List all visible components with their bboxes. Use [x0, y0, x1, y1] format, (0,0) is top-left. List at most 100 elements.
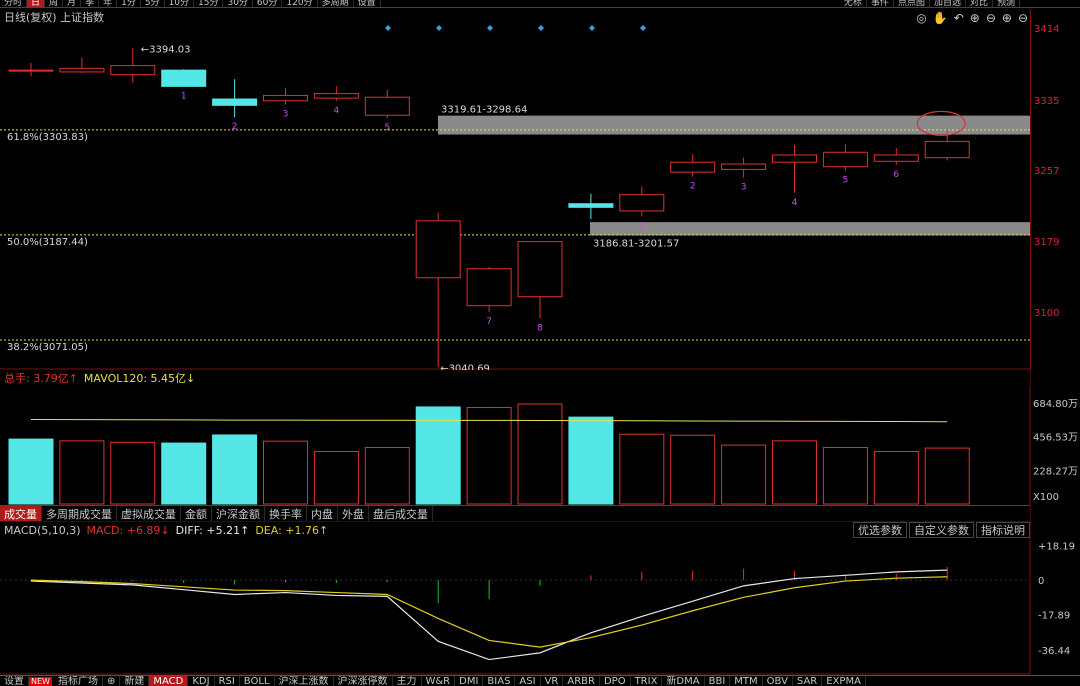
signal-marker: [385, 25, 391, 31]
volume-total: 总手: 3.79亿↑: [4, 372, 78, 385]
indicator-tab[interactable]: EXPMA: [822, 676, 866, 686]
indicator-tab[interactable]: BIAS: [483, 676, 516, 686]
candle-body: [59, 67, 105, 73]
volume-bar: [721, 444, 767, 505]
candle-count-label: 3: [741, 183, 747, 193]
volume-tab[interactable]: 多周期成交量: [42, 506, 117, 521]
candle-body: [263, 94, 308, 102]
macd-name: MACD(5,10,3): [4, 523, 81, 537]
candle-count-label: 3: [283, 109, 289, 119]
mavol-label: MAVOL120: 5.45亿↓: [83, 372, 196, 385]
indicator-tab[interactable]: 沪深上涨数: [275, 676, 334, 686]
new-badge: NEW: [29, 676, 52, 686]
volume-tab[interactable]: 金额: [181, 506, 212, 521]
indicator-tab[interactable]: ⊕: [103, 676, 121, 686]
indicator-tab[interactable]: TRIX: [631, 676, 663, 686]
candle-body: [8, 69, 54, 72]
candle-body: [517, 241, 563, 298]
indicator-tab[interactable]: ARBR: [563, 676, 600, 686]
macd-param-button[interactable]: 优选参数: [853, 522, 907, 538]
fib-label: 50.0%(3187.44): [7, 237, 88, 248]
volume-tab[interactable]: 虚拟成交量: [117, 506, 181, 521]
volume-bar: [313, 450, 359, 505]
volume-tab[interactable]: 外盘: [338, 506, 369, 521]
candle-body: [313, 93, 359, 99]
candle-body: [364, 96, 410, 116]
candle-body: [161, 69, 207, 87]
candle-count-label: 4: [792, 198, 798, 208]
indicator-tab[interactable]: RSI: [215, 676, 240, 686]
volume-tab[interactable]: 内盘: [307, 506, 338, 521]
macd-param-button[interactable]: 自定义参数: [909, 522, 974, 538]
diff-value: DIFF: +5.21↑: [175, 523, 250, 537]
macd-value: MACD: +6.89↓: [86, 523, 170, 537]
indicator-tab[interactable]: VR: [541, 676, 564, 686]
volume-bar: [212, 434, 258, 505]
candle-count-label: 2: [690, 182, 696, 192]
macd-tick-label: -17.89: [1038, 610, 1070, 621]
support-zone: [590, 222, 1030, 236]
macd-tick-label: 0: [1038, 576, 1044, 587]
indicator-tab[interactable]: DMI: [455, 676, 484, 686]
candle-body: [721, 163, 767, 170]
indicator-tab[interactable]: KDJ: [188, 676, 215, 686]
macd-param-button[interactable]: 指标说明: [976, 522, 1030, 538]
candle-count-label: 5: [384, 123, 390, 133]
volume-bar: [263, 440, 308, 505]
candle-count-label: 4: [334, 106, 340, 116]
volume-bar: [619, 433, 665, 505]
indicator-tab[interactable]: 新DMA: [662, 676, 705, 686]
indicator-tab[interactable]: ASI: [515, 676, 541, 686]
chart-canvas: 3319.61-3298.64 3186.81-3201.57 61.8%(3303…: [0, 25, 1078, 675]
volume-tick-label: 456.53万: [1033, 433, 1078, 444]
candle-body: [110, 65, 156, 76]
indicator-tab[interactable]: 指标广场: [54, 676, 103, 686]
volume-bar: [110, 441, 156, 505]
volume-tab[interactable]: 成交量: [0, 506, 42, 521]
volume-tab[interactable]: 换手率: [265, 506, 307, 521]
indicator-tab[interactable]: OBV: [763, 676, 793, 686]
indicator-tab[interactable]: 沪深涨停数: [334, 676, 393, 686]
volume-tick-label: 228.27万: [1033, 466, 1078, 477]
indicator-tab[interactable]: SAR: [793, 676, 823, 686]
indicator-tab[interactable]: W&R: [422, 676, 456, 686]
indicator-tab[interactable]: MACD: [149, 676, 189, 686]
signal-marker: [487, 25, 493, 31]
candle-body: [619, 194, 665, 212]
indicator-tab[interactable]: 设置: [0, 676, 29, 686]
candle-body: [670, 161, 716, 173]
candle-count-label: 8: [537, 323, 543, 333]
candle-body: [772, 154, 817, 163]
indicator-tab[interactable]: 主力: [393, 676, 422, 686]
indicator-tab[interactable]: MTM: [730, 676, 763, 686]
zone-label: 3319.61-3298.64: [441, 105, 527, 116]
macd-header: MACD(5,10,3) MACD: +6.89↓ DIFF: +5.21↑ D…: [0, 522, 1030, 538]
volume-bar: [772, 440, 817, 505]
dea-value: DEA: +1.76↑: [255, 523, 329, 537]
volume-bar: [59, 440, 105, 505]
candle-body: [822, 151, 868, 168]
high-label: ←3394.03: [141, 44, 191, 55]
indicator-tab[interactable]: BBI: [705, 676, 731, 686]
indicator-tab[interactable]: DPO: [600, 676, 631, 686]
volume-bar: [517, 403, 563, 505]
indicator-tab[interactable]: 新建: [120, 676, 150, 686]
volume-bar: [364, 447, 410, 505]
candle-count-label: 2: [232, 122, 238, 132]
volume-tab[interactable]: 盘后成交量: [369, 506, 433, 521]
signal-marker: [589, 25, 595, 31]
macd-param-buttons: 优选参数 自定义参数 指标说明: [851, 522, 1030, 538]
volume-bar: [568, 416, 614, 505]
indicator-tab[interactable]: BOLL: [240, 676, 275, 686]
signal-marker: [436, 25, 442, 31]
volume-header: 总手: 3.79亿↑ MAVOL120: 5.45亿↓: [0, 370, 1030, 386]
macd-tick-label: -36.44: [1038, 646, 1070, 657]
resistance-zone: [438, 115, 1030, 135]
volume-tab[interactable]: 沪深金额: [212, 506, 265, 521]
candle-count-label: 7: [486, 317, 492, 327]
candle-count-label: 1: [181, 91, 187, 101]
candle-body: [873, 154, 919, 162]
candle-body: [415, 220, 461, 279]
zone-label: 3186.81-3201.57: [593, 238, 679, 249]
volume-tick-label: X100: [1033, 492, 1059, 503]
